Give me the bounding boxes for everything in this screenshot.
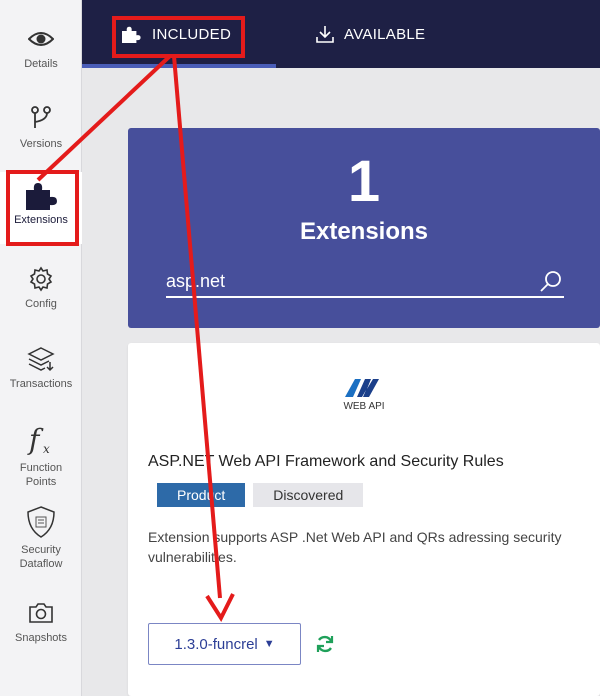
extension-card[interactable]: WEB API ASP.NET Web API Framework and Se… <box>128 343 600 696</box>
extension-title: ASP.NET Web API Framework and Security R… <box>148 453 504 470</box>
shield-icon <box>26 504 56 540</box>
sidebar-item-label: Function Points <box>19 462 63 488</box>
camera-icon <box>27 598 55 628</box>
discovered-badge: Discovered <box>253 483 364 507</box>
extensions-heading: Extensions <box>299 218 429 245</box>
web-api-logo-mark <box>345 379 379 397</box>
gear-icon <box>28 264 54 294</box>
sidebar-item-label: Snapshots <box>15 632 67 644</box>
puzzle-icon <box>120 25 142 43</box>
sidebar-item-label: Details <box>24 58 58 70</box>
sidebar-item-versions[interactable]: Versions <box>0 104 82 164</box>
svg-text:x: x <box>43 442 50 456</box>
sidebar-item-extensions[interactable]: Extensions <box>0 172 82 244</box>
sidebar-item-function-points[interactable]: fx Function Points <box>0 422 82 496</box>
tab-bar: INCLUDED AVAILABLE <box>82 0 600 68</box>
puzzle-icon <box>24 180 58 210</box>
search-icon[interactable] <box>538 268 564 294</box>
sidebar-item-label: Security Dataflow <box>19 544 63 570</box>
version-dropdown[interactable]: 1.3.0-funcrel ▼ <box>148 623 301 665</box>
sidebar-item-config[interactable]: Config <box>0 264 82 324</box>
sidebar-item-snapshots[interactable]: Snapshots <box>0 598 82 658</box>
function-icon: fx <box>26 422 56 458</box>
svg-text:f: f <box>27 423 44 456</box>
version-value: 1.3.0-funcrel <box>174 635 258 653</box>
sidebar-item-label: Extensions <box>14 214 68 226</box>
search-input[interactable] <box>166 268 526 294</box>
sidebar: Details Versions Extensions Config Trans… <box>0 0 82 696</box>
sidebar-item-label: Config <box>25 298 57 310</box>
extensions-count: 1 <box>347 149 381 214</box>
branch-icon <box>30 104 52 134</box>
chevron-down-icon: ▼ <box>263 638 275 650</box>
tab-label: INCLUDED <box>152 25 232 43</box>
layers-icon <box>27 344 55 374</box>
sidebar-item-details[interactable]: Details <box>0 24 82 84</box>
sidebar-item-label: Versions <box>19 138 63 150</box>
eye-icon <box>28 24 54 54</box>
sidebar-item-security-dataflow[interactable]: Security Dataflow <box>0 504 82 578</box>
search-bar <box>166 264 564 298</box>
logo-text: WEB API <box>343 401 385 412</box>
sidebar-item-transactions[interactable]: Transactions <box>0 344 82 404</box>
web-api-logo: WEB API <box>324 377 404 417</box>
tab-included[interactable]: INCLUDED <box>120 0 231 68</box>
tab-available[interactable]: AVAILABLE <box>316 0 425 68</box>
extensions-summary: 1 Extensions <box>128 128 600 328</box>
product-badge: Product <box>157 483 246 507</box>
download-icon <box>316 25 334 43</box>
badge-group: Product Discovered <box>157 483 364 507</box>
extension-description: Extension supports ASP .Net Web API and … <box>148 529 562 565</box>
refresh-icon[interactable] <box>314 633 336 655</box>
sidebar-item-label: Transactions <box>9 378 73 390</box>
tab-label: AVAILABLE <box>344 25 426 43</box>
